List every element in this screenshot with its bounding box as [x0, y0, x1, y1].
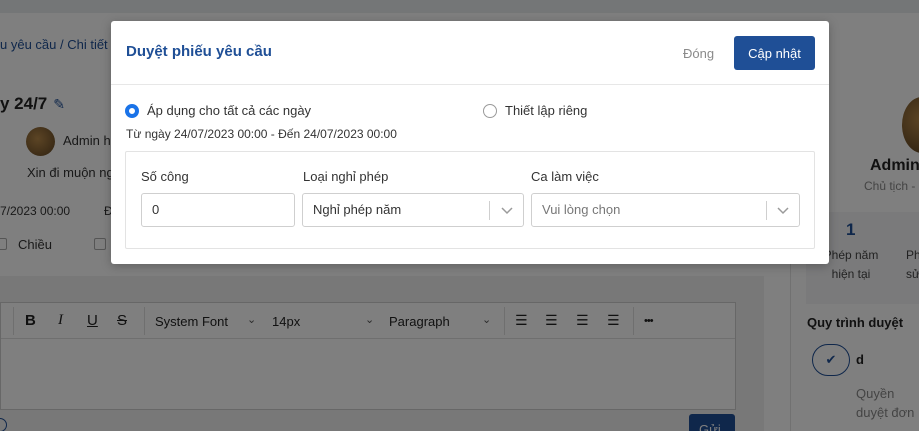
shift-select[interactable]: Vui lòng chọn — [531, 193, 800, 227]
leave-type-value: Nghỉ phép năm — [313, 202, 402, 217]
radio-custom-label[interactable]: Thiết lập riêng — [505, 103, 587, 118]
chevron-down-icon — [501, 207, 513, 215]
select-divider — [489, 201, 490, 220]
modal-header: Duyệt phiếu yêu cầu Đóng Cập nhật — [111, 21, 829, 85]
chevron-down-icon — [777, 207, 789, 215]
leave-type-select[interactable]: Nghỉ phép năm — [302, 193, 524, 227]
update-button[interactable]: Cập nhật — [734, 36, 815, 70]
shift-label: Ca làm việc — [531, 169, 599, 184]
workdays-input[interactable]: 0 — [141, 193, 295, 227]
leave-type-label: Loại nghỉ phép — [303, 169, 389, 184]
radio-all-days-label[interactable]: Áp dụng cho tất cả các ngày — [147, 103, 311, 118]
select-divider — [766, 201, 767, 220]
shift-placeholder: Vui lòng chọn — [542, 202, 621, 217]
approve-request-modal: Duyệt phiếu yêu cầu Đóng Cập nhật Áp dụn… — [111, 21, 829, 264]
workdays-label: Số công — [141, 169, 189, 184]
date-range: Từ ngày 24/07/2023 00:00 - Đến 24/07/202… — [126, 127, 397, 141]
approval-form: Số công 0 Loại nghỉ phép Nghỉ phép năm C… — [125, 151, 815, 249]
modal-title: Duyệt phiếu yêu cầu — [126, 43, 272, 60]
close-button[interactable]: Đóng — [679, 42, 718, 64]
radio-all-days[interactable] — [125, 104, 139, 118]
radio-custom[interactable] — [483, 104, 497, 118]
